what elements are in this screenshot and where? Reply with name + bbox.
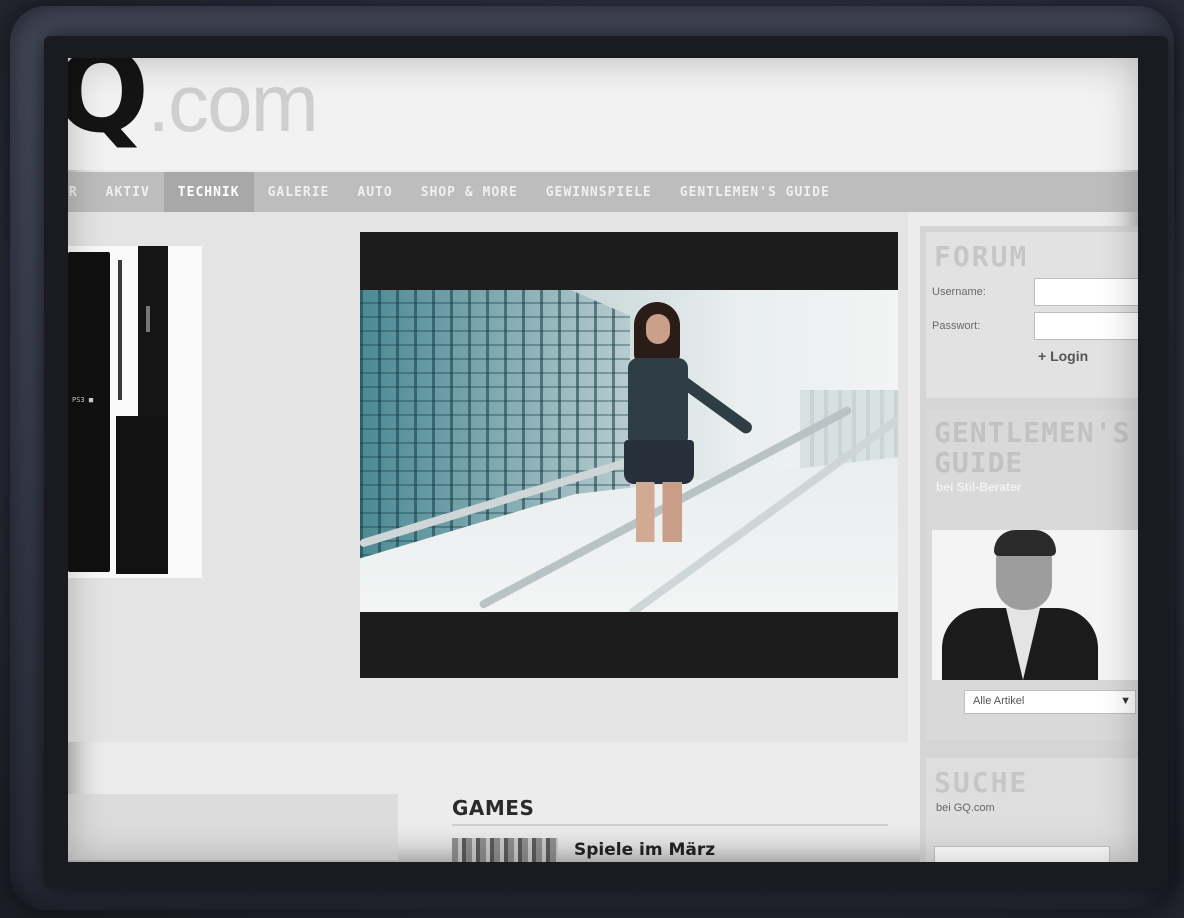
model-jacket (628, 358, 688, 442)
games-thumbnail[interactable] (452, 838, 558, 862)
teaser-box (68, 794, 398, 862)
login-button[interactable]: + Login (1038, 348, 1138, 364)
browser-viewport: Q.com UR AKTIV TECHNIK GALERIE AUTO SHOP… (68, 58, 1138, 862)
chevron-down-icon: ▼ (1120, 695, 1131, 707)
password-row: Passwort: (932, 312, 1138, 340)
nav-item-galerie[interactable]: GALERIE (254, 172, 344, 212)
console-logo: PS3 ■ (72, 396, 94, 404)
search-title: SUCHE (934, 766, 1029, 799)
logo-mark: Q (68, 58, 149, 158)
forum-title: FORUM (934, 240, 1029, 273)
search-subtitle: bei GQ.com (936, 802, 995, 814)
video-player[interactable] (360, 232, 898, 678)
username-label: Username: (932, 286, 986, 298)
guide-select-value: Alle Artikel (973, 695, 1025, 707)
product-image-console[interactable]: PS3 ■ (68, 246, 202, 578)
divider (68, 860, 398, 862)
password-input[interactable] (1034, 312, 1138, 340)
photo-hair (994, 530, 1056, 556)
nav-item-aktiv[interactable]: AKTIV (92, 172, 164, 212)
games-item-link[interactable]: Spiele im März (574, 840, 715, 860)
nav-item-shop-more[interactable]: SHOP & MORE (407, 172, 532, 212)
model-face (646, 314, 670, 344)
search-input[interactable] (934, 846, 1110, 862)
site-header: Q.com (68, 58, 1138, 170)
nav-item-auto[interactable]: AUTO (343, 172, 406, 212)
guide-article-select[interactable]: Alle Artikel ▼ (964, 690, 1136, 714)
guide-subtitle[interactable]: bei Stil-Berater (936, 480, 1138, 494)
nav-item-ur[interactable]: UR (68, 172, 92, 212)
console-slot (118, 260, 122, 400)
site-logo[interactable]: Q.com (68, 58, 319, 158)
games-heading: GAMES (452, 796, 535, 820)
video-frame (360, 290, 898, 612)
username-row: Username: (932, 278, 1138, 306)
model-legs (636, 482, 682, 542)
console-top (138, 246, 168, 418)
main-content: PS3 ■ (68, 212, 908, 742)
search-box: SUCHE bei GQ.com (926, 758, 1138, 862)
main-nav: UR AKTIV TECHNIK GALERIE AUTO SHOP & MOR… (68, 172, 1138, 212)
gentlemens-guide-box: GENTLEMEN'S GUIDE bei Stil-Berater Alle … (926, 410, 1138, 740)
model-skirt (624, 440, 694, 484)
forum-login-box: FORUM Username: Passwort: + Login (926, 232, 1138, 398)
console-base (116, 416, 168, 574)
guide-photo[interactable] (932, 530, 1138, 680)
password-label: Passwort: (932, 320, 981, 332)
guide-title[interactable]: GENTLEMEN'S GUIDE (934, 418, 1138, 478)
sidebar: FORUM Username: Passwort: + Login GENTLE… (920, 226, 1138, 862)
nav-item-gentlemens-guide[interactable]: GENTLEMEN'S GUIDE (666, 172, 844, 212)
video-model (606, 302, 755, 542)
username-input[interactable] (1034, 278, 1138, 306)
console-led (146, 306, 150, 332)
divider (452, 824, 888, 826)
nav-item-gewinnspiele[interactable]: GEWINNSPIELE (532, 172, 666, 212)
console-front (68, 252, 110, 572)
logo-suffix: .com (147, 58, 319, 149)
nav-item-technik[interactable]: TECHNIK (163, 172, 254, 212)
